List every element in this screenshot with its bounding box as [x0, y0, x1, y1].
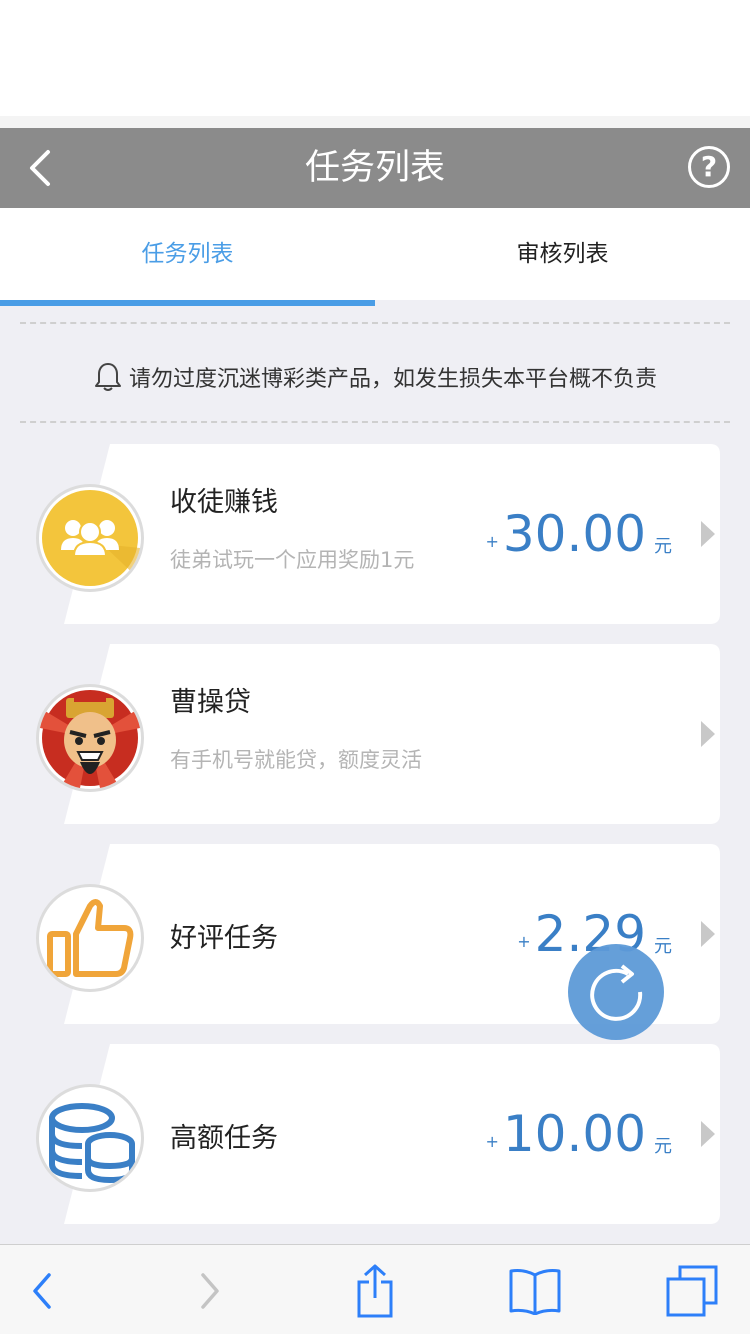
chevron-right-icon [701, 521, 715, 547]
avatar [36, 884, 144, 992]
refresh-button[interactable] [568, 944, 664, 1040]
browser-toolbar [0, 1244, 750, 1334]
amount-unit: 元 [654, 936, 672, 957]
thumbs-up-icon [47, 899, 134, 977]
chevron-right-icon [701, 921, 715, 947]
reward-amount: + 30.00 元 [485, 444, 672, 624]
tabs-icon [666, 1265, 718, 1317]
tabs-button[interactable] [662, 1263, 722, 1319]
navigation-bar: 任务列表 ? [0, 128, 750, 208]
plus-sign: + [485, 531, 499, 551]
amount-value: 10.00 [502, 1105, 646, 1163]
task-card-loan[interactable]: 曹操贷 有手机号就能贷，额度灵活 [0, 644, 750, 824]
spacer [0, 116, 750, 128]
status-area [0, 0, 750, 116]
task-card-recruit[interactable]: 收徒赚钱 徒弟试玩一个应用奖励1元 + 30.00 元 [0, 444, 750, 624]
amount-value: 30.00 [502, 505, 646, 563]
browser-forward-button[interactable] [180, 1263, 240, 1319]
amount-unit: 元 [654, 1136, 672, 1157]
back-button[interactable] [18, 142, 62, 194]
help-button[interactable]: ? [688, 146, 730, 188]
chevron-right-icon [701, 721, 715, 747]
divider [20, 322, 730, 324]
tab-review-list[interactable]: 审核列表 [375, 208, 750, 300]
chevron-right-icon [701, 1121, 715, 1147]
share-button[interactable] [345, 1263, 405, 1319]
bookmarks-icon [509, 1269, 561, 1315]
page-title: 任务列表 [304, 148, 445, 188]
task-title: 收徒赚钱 [170, 487, 278, 518]
chevron-left-icon [30, 150, 50, 186]
plus-sign: + [517, 931, 531, 951]
divider [20, 421, 730, 423]
avatar [36, 484, 144, 592]
avatar [36, 1084, 144, 1192]
task-subtitle: 徒弟试玩一个应用奖励1元 [170, 548, 415, 572]
database-icon [49, 1103, 135, 1184]
task-title: 高额任务 [170, 1123, 278, 1154]
tab-indicator [0, 300, 375, 306]
reward-amount: + 10.00 元 [485, 1044, 672, 1224]
users-icon [42, 490, 140, 586]
avatar [36, 684, 144, 792]
share-icon [357, 1264, 393, 1318]
notice-banner: 请勿过度沉迷博彩类产品，如发生损失本平台概不负责 [0, 352, 750, 402]
refresh-icon [590, 964, 643, 1021]
browser-back-button[interactable] [12, 1263, 72, 1319]
tab-bar: 任务列表 审核列表 [0, 208, 750, 300]
forward-icon [201, 1273, 219, 1309]
back-icon [33, 1273, 51, 1309]
bell-icon [94, 363, 121, 391]
task-subtitle: 有手机号就能贷，额度灵活 [170, 748, 422, 772]
tab-task-list[interactable]: 任务列表 [0, 208, 375, 300]
task-title: 好评任务 [170, 923, 278, 954]
character-avatar-icon [40, 690, 140, 788]
amount-unit: 元 [654, 536, 672, 557]
task-title: 曹操贷 [170, 687, 251, 718]
task-card-high-value[interactable]: 高额任务 + 10.00 元 [0, 1044, 750, 1224]
plus-sign: + [485, 1131, 499, 1151]
notice-text: 请勿过度沉迷博彩类产品，如发生损失本平台概不负责 [128, 367, 657, 392]
bookmarks-button[interactable] [505, 1263, 565, 1319]
